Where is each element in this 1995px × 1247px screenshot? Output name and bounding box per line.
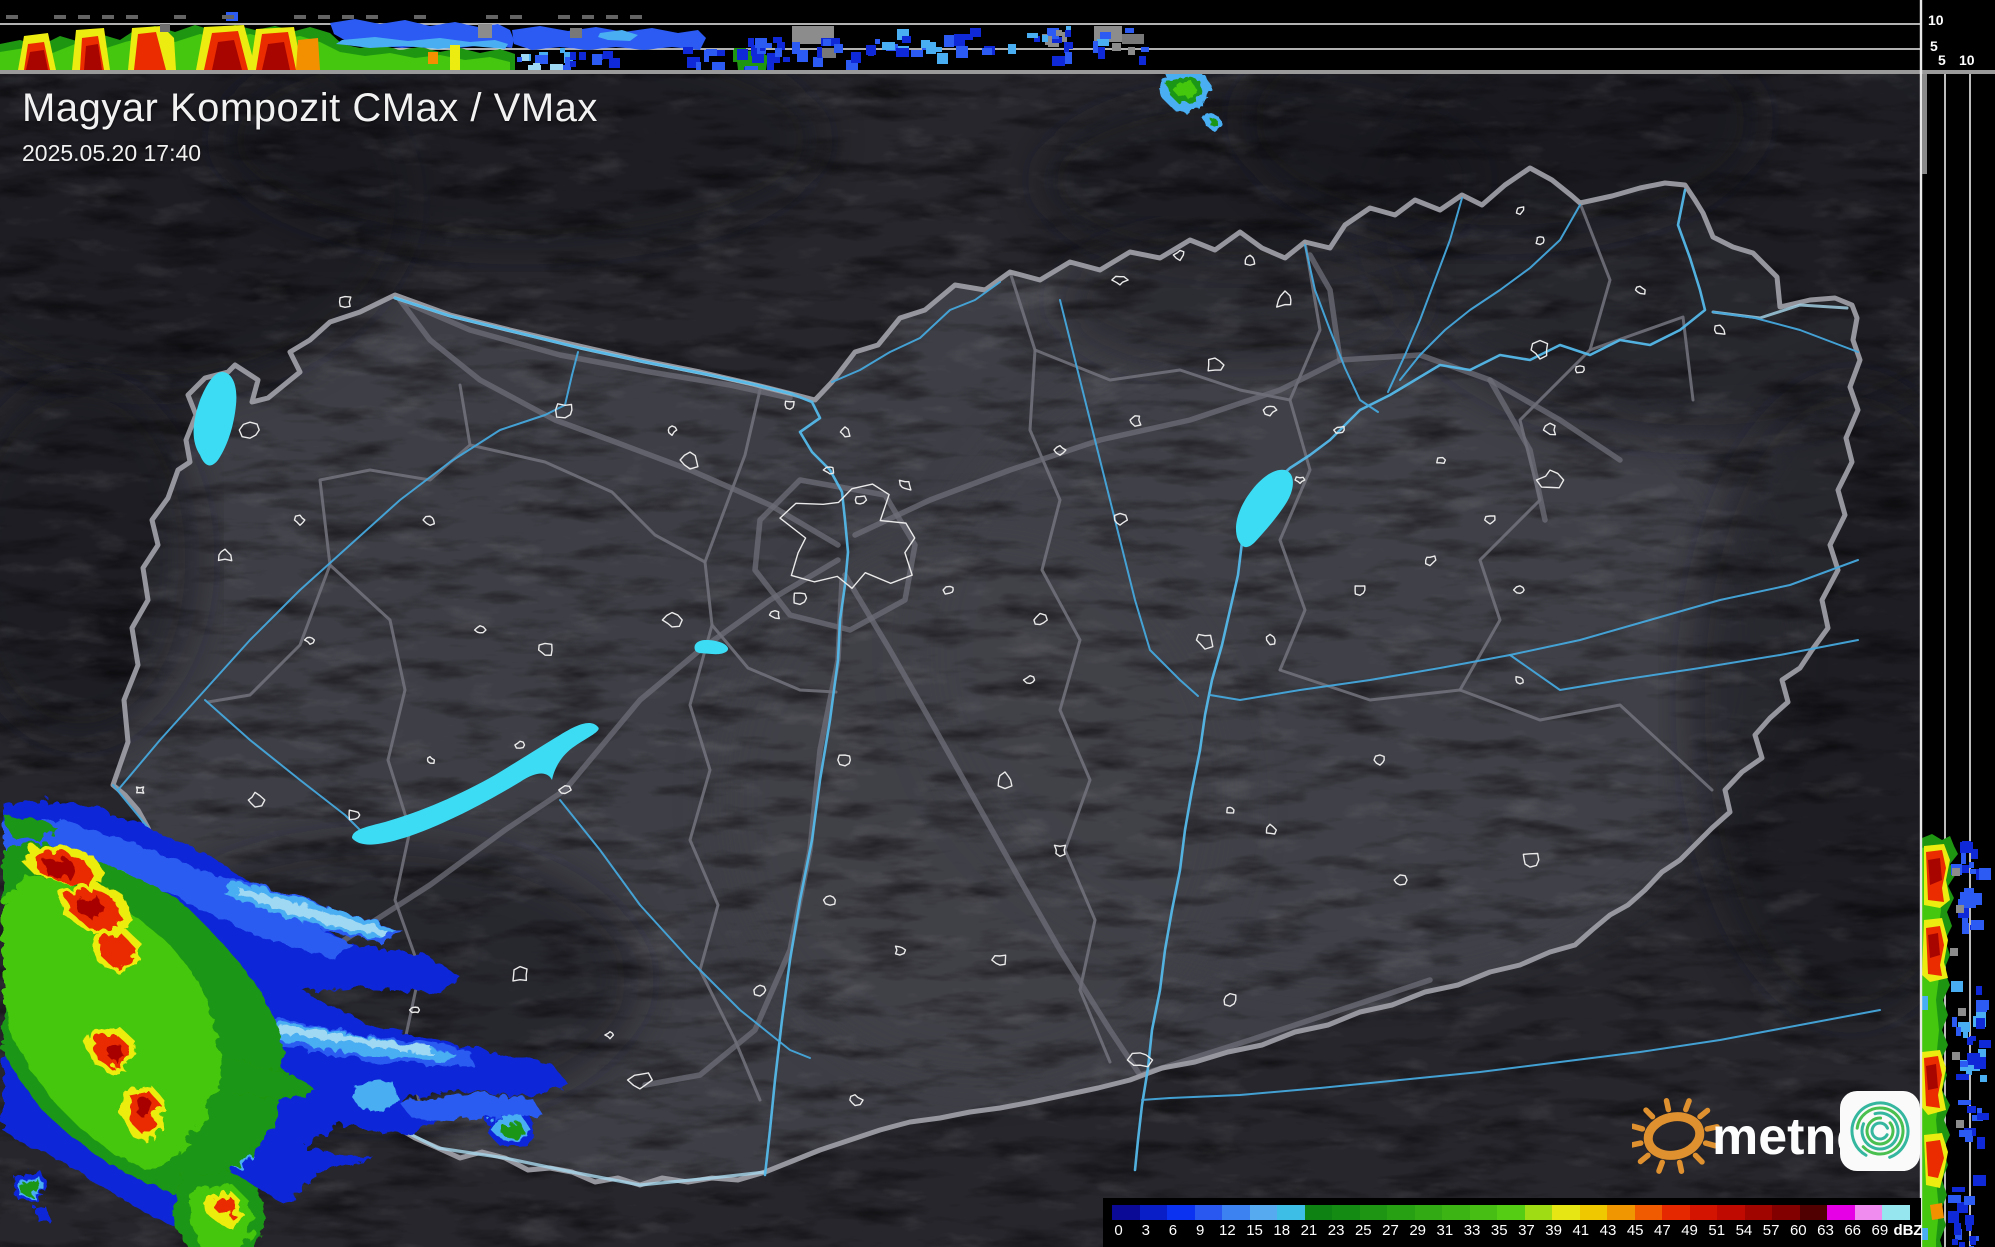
- legend-box: [1249, 1205, 1277, 1220]
- strip-divider-horizontal: [0, 70, 1995, 74]
- dbz-legend: 0 3 6 9 12 15 18 21 23 25 27 29 31 33 35 37 39 41 43 45 47 49…: [1103, 1198, 1923, 1247]
- legend-color-boxes: [1112, 1205, 1921, 1220]
- legend-box: [1717, 1205, 1745, 1220]
- legend-box: [1799, 1205, 1827, 1220]
- legend-box: [1167, 1205, 1195, 1220]
- legend-label: 63: [1817, 1222, 1834, 1239]
- legend-box: [1304, 1205, 1332, 1220]
- legend-label: 43: [1599, 1222, 1617, 1239]
- legend-box: [1414, 1205, 1442, 1220]
- page-title: Magyar Kompozit CMax / VMax: [22, 86, 598, 130]
- legend-label: 31: [1436, 1222, 1454, 1239]
- sun-icon: [1632, 1098, 1720, 1174]
- legend-label: 47: [1654, 1222, 1671, 1239]
- legend-box: [1744, 1205, 1772, 1220]
- legend-label: 21: [1300, 1222, 1318, 1239]
- legend-box: [1579, 1205, 1607, 1220]
- legend-box: [1332, 1205, 1360, 1220]
- legend-label: 51: [1708, 1222, 1726, 1239]
- divider-stub: [1922, 74, 1927, 174]
- legend-box: [1222, 1205, 1250, 1220]
- legend-box: [1277, 1205, 1305, 1220]
- legend-label: 33: [1463, 1222, 1481, 1239]
- map-area: [0, 73, 1920, 1247]
- legend-unit: dBZ: [1893, 1222, 1923, 1239]
- top-axis-10km-label: 10: [1928, 12, 1944, 28]
- legend-label: 66: [1844, 1222, 1861, 1239]
- top-axis-5km-label: 5: [1930, 38, 1938, 54]
- legend-label: 39: [1545, 1222, 1562, 1239]
- legend-label: 54: [1735, 1222, 1753, 1239]
- legend-label: 12: [1219, 1222, 1236, 1239]
- legend-value-labels: 0 3 6 9 12 15 18 21 23 25 27 29 31 33 35 37 39 41 43 45 47 49…: [1105, 1222, 1923, 1239]
- top-cross-section: [0, 0, 1920, 70]
- legend-box: [1139, 1205, 1167, 1220]
- legend-box: [1634, 1205, 1662, 1220]
- legend-label: 15: [1246, 1222, 1263, 1239]
- legend-label: 25: [1354, 1222, 1372, 1239]
- legend-box: [1772, 1205, 1800, 1220]
- legend-box: [1442, 1205, 1470, 1220]
- legend-label: 57: [1762, 1222, 1780, 1239]
- spiral-icon: [1840, 1091, 1920, 1171]
- legend-box: [1359, 1205, 1387, 1220]
- legend-label: 18: [1273, 1222, 1291, 1239]
- legend-box: [1662, 1205, 1690, 1220]
- metnet-logo: metnet: [1632, 1091, 1920, 1174]
- legend-label: 23: [1327, 1222, 1345, 1239]
- legend-label: 69: [1871, 1222, 1889, 1239]
- timestamp: 2025.05.20 17:40: [22, 140, 202, 166]
- radar-app-screen: Magyar Kompozit CMax / VMax 2025.05.20 1…: [0, 0, 1995, 1247]
- legend-label: 35: [1490, 1222, 1508, 1239]
- legend-label: 29: [1409, 1222, 1426, 1239]
- radar-composite-map: [0, 0, 1995, 1247]
- legend-label: 3: [1141, 1222, 1150, 1239]
- legend-box: [1882, 1205, 1910, 1220]
- legend-label: 49: [1681, 1222, 1698, 1239]
- legend-box: [1469, 1205, 1497, 1220]
- legend-label: 27: [1382, 1222, 1399, 1239]
- legend-box: [1497, 1205, 1525, 1220]
- legend-box: [1194, 1205, 1222, 1220]
- legend-label: 6: [1168, 1222, 1178, 1239]
- legend-box: [1524, 1205, 1552, 1220]
- right-axis-10km-label: 10: [1959, 52, 1975, 68]
- legend-label: 9: [1195, 1222, 1205, 1239]
- legend-label: 0: [1114, 1222, 1123, 1239]
- legend-box: [1827, 1205, 1855, 1220]
- legend-label: 60: [1789, 1222, 1807, 1239]
- legend-box: [1387, 1205, 1415, 1220]
- right-cross-section: [1922, 0, 1995, 1247]
- legend-box: [1689, 1205, 1717, 1220]
- legend-label: 41: [1572, 1222, 1590, 1239]
- right-axis-5km-label: 5: [1938, 52, 1946, 68]
- legend-box: [1112, 1205, 1140, 1220]
- legend-box: [1607, 1205, 1635, 1220]
- legend-label: 45: [1626, 1222, 1644, 1239]
- legend-label: 37: [1518, 1222, 1535, 1239]
- legend-box: [1854, 1205, 1882, 1220]
- legend-box: [1552, 1205, 1580, 1220]
